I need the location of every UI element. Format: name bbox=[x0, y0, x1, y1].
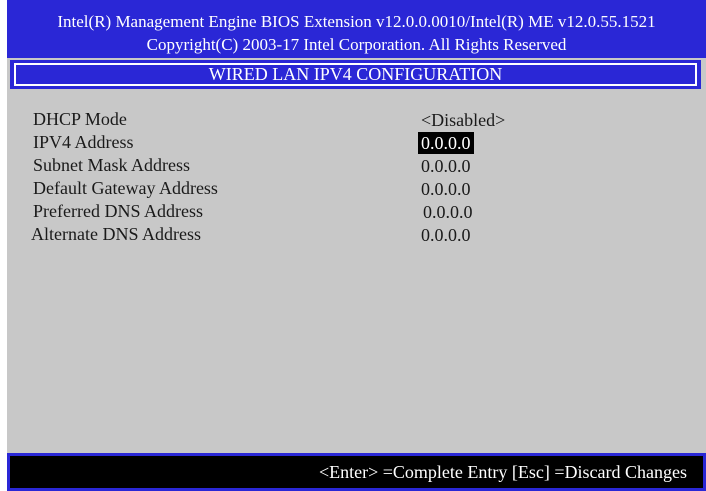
page-title: WIRED LAN IPV4 CONFIGURATION bbox=[14, 63, 697, 86]
preferred-dns-field[interactable]: 0.0.0.0 bbox=[420, 201, 476, 223]
setting-ipv4-address[interactable]: IPV4 Address 0.0.0.0 bbox=[7, 132, 706, 155]
setting-alternate-dns[interactable]: Alternate DNS Address 0.0.0.0 bbox=[7, 224, 706, 247]
bios-screen: Intel(R) Management Engine BIOS Extensio… bbox=[7, 0, 706, 491]
bios-header: Intel(R) Management Engine BIOS Extensio… bbox=[7, 0, 706, 58]
setting-label: DHCP Mode bbox=[33, 109, 127, 129]
setting-label: Alternate DNS Address bbox=[31, 224, 201, 244]
setting-subnet-mask[interactable]: Subnet Mask Address 0.0.0.0 bbox=[7, 155, 706, 178]
settings-panel: DHCP Mode <Disabled> IPV4 Address 0.0.0.… bbox=[7, 92, 706, 453]
setting-preferred-dns[interactable]: Preferred DNS Address 0.0.0.0 bbox=[7, 201, 706, 224]
key-hint: <Enter> =Complete Entry [Esc] =Discard C… bbox=[10, 456, 703, 488]
setting-label: Preferred DNS Address bbox=[33, 201, 203, 221]
version-line: Intel(R) Management Engine BIOS Extensio… bbox=[57, 12, 656, 31]
setting-label: Default Gateway Address bbox=[33, 178, 218, 198]
setting-default-gateway[interactable]: Default Gateway Address 0.0.0.0 bbox=[7, 178, 706, 201]
title-bar: WIRED LAN IPV4 CONFIGURATION bbox=[10, 60, 701, 89]
default-gateway-field[interactable]: 0.0.0.0 bbox=[418, 178, 474, 200]
setting-dhcp-mode[interactable]: DHCP Mode <Disabled> bbox=[7, 109, 706, 132]
subnet-mask-field[interactable]: 0.0.0.0 bbox=[418, 155, 474, 177]
setting-label: IPV4 Address bbox=[33, 132, 134, 152]
dhcp-mode-value[interactable]: <Disabled> bbox=[418, 109, 508, 131]
ipv4-address-field[interactable]: 0.0.0.0 bbox=[418, 132, 474, 154]
footer-bar: <Enter> =Complete Entry [Esc] =Discard C… bbox=[7, 453, 706, 491]
alternate-dns-field[interactable]: 0.0.0.0 bbox=[418, 224, 474, 246]
copyright-line: Copyright(C) 2003-17 Intel Corporation. … bbox=[146, 35, 567, 54]
setting-label: Subnet Mask Address bbox=[33, 155, 190, 175]
